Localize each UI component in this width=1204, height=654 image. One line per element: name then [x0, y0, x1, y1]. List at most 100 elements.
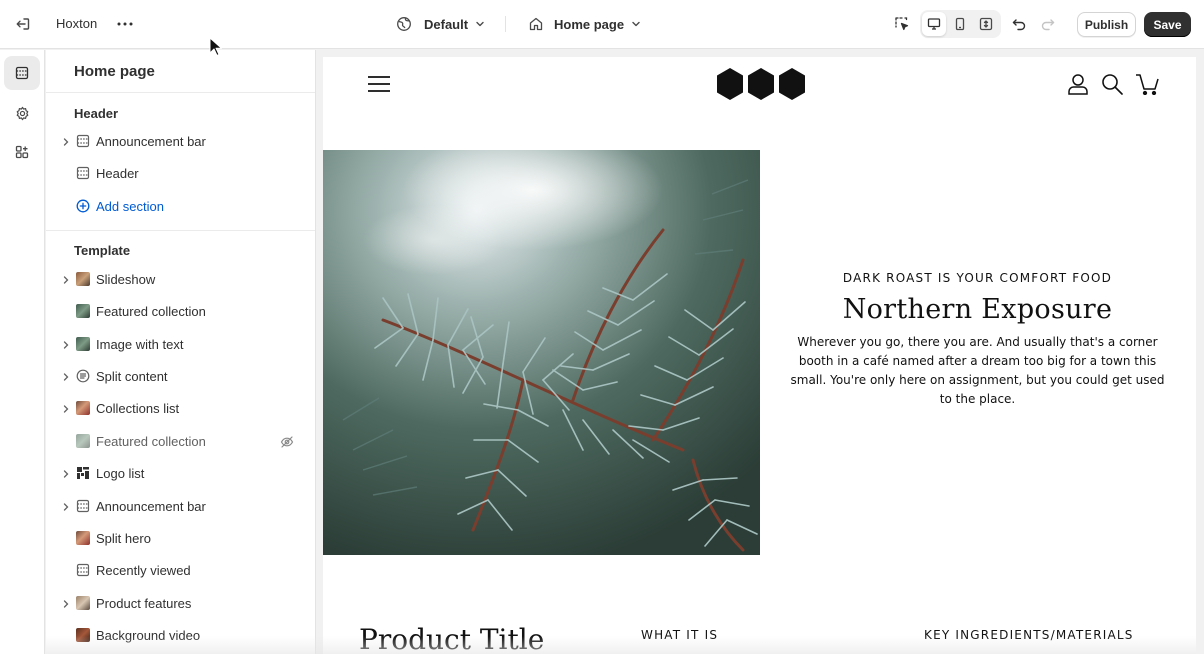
panel-title: Home page: [74, 63, 155, 80]
store-logo[interactable]: [715, 67, 807, 101]
rail-theme-settings-button[interactable]: [4, 96, 40, 130]
split-hero-thumbnail-icon: [76, 531, 90, 545]
sections-icon: [15, 66, 29, 80]
more-actions-button[interactable]: [114, 14, 136, 34]
section-row-featured-collection-hidden[interactable]: Featured collection: [56, 428, 308, 456]
section-row-label: Collections list: [96, 401, 180, 416]
chevron-right-icon[interactable]: [60, 403, 72, 415]
chevron-right-icon[interactable]: [60, 371, 72, 383]
section-row-label: Header: [96, 166, 139, 181]
page-selector[interactable]: Home page: [528, 13, 642, 35]
section-row-label: Logo list: [96, 466, 145, 481]
product-title: Product Title: [359, 623, 545, 654]
undo-icon: [1012, 19, 1026, 31]
logo-thumbnail-icon: [76, 466, 90, 480]
page-selector-label: Home page: [554, 16, 625, 32]
settings-gear-icon: [16, 106, 28, 120]
section-row-background-video[interactable]: Background video: [56, 622, 308, 650]
section-row-label: Product features: [96, 596, 192, 611]
section-row-split-hero[interactable]: Split hero: [56, 525, 308, 553]
rail-sections-button[interactable]: [4, 56, 40, 90]
chevron-right-icon[interactable]: [60, 598, 72, 610]
section-layout-icon: [76, 166, 90, 180]
publish-button[interactable]: Publish: [1077, 12, 1136, 37]
chevron-down-icon: [476, 21, 484, 27]
slideshow-thumbnail-icon: [76, 272, 90, 286]
store-name: Hoxton: [56, 16, 98, 31]
section-layout-icon: [76, 499, 90, 513]
section-row-label: Recently viewed: [96, 563, 191, 578]
hamburger-menu-icon[interactable]: [368, 75, 390, 93]
collection-thumbnail-icon: [76, 304, 90, 318]
section-row-label: Featured collection: [96, 304, 206, 319]
more-horizontal-icon: [117, 22, 133, 26]
storefront-preview[interactable]: DARK ROAST IS YOUR COMFORT FOOD Northern…: [323, 57, 1196, 654]
chevron-down-icon: [632, 21, 640, 27]
text-block-icon: [76, 369, 90, 383]
section-row-image-with-text[interactable]: Image with text: [56, 331, 308, 359]
section-row-label: Announcement bar: [96, 499, 206, 514]
image-with-text-content: DARK ROAST IS YOUR COMFORT FOOD Northern…: [780, 271, 1175, 409]
section-row-recently-viewed[interactable]: Recently viewed: [56, 557, 308, 585]
chevron-right-icon[interactable]: [60, 468, 72, 480]
section-row-label: Image with text: [96, 337, 184, 352]
section-row-featured-collection[interactable]: Featured collection: [56, 298, 308, 326]
account-icon[interactable]: [1067, 73, 1089, 95]
section-row-logo-list[interactable]: Logo list: [56, 460, 308, 488]
section-row-collections-list[interactable]: Collections list: [56, 395, 308, 423]
topbar-divider: [505, 16, 506, 32]
fullscreen-view-button[interactable]: [974, 12, 998, 36]
inspector-button[interactable]: [891, 13, 913, 35]
mobile-view-button[interactable]: [948, 12, 972, 36]
add-section-button[interactable]: Add section: [56, 193, 308, 221]
home-icon: [529, 17, 543, 31]
section-row-split-content[interactable]: Split content: [56, 363, 308, 391]
add-section-label: Add section: [96, 199, 164, 214]
section-row-label: Split content: [96, 369, 168, 384]
product-feature-heading: KEY INGREDIENTS/MATERIALS: [924, 628, 1134, 642]
sections-panel: Home page Header Announcement bar Header…: [46, 50, 316, 654]
section-row-product-features[interactable]: Product features: [56, 590, 308, 618]
chevron-right-icon[interactable]: [60, 501, 72, 513]
header-group-label: Header: [74, 106, 119, 121]
hero-eyebrow: DARK ROAST IS YOUR COMFORT FOOD: [842, 271, 1113, 285]
exit-editor-button[interactable]: [12, 13, 34, 35]
section-row-announcement-bar[interactable]: Announcement bar: [56, 128, 308, 156]
video-thumbnail-icon: [76, 628, 90, 642]
section-layout-icon: [76, 563, 90, 577]
desktop-icon: [927, 18, 941, 30]
undo-button[interactable]: [1008, 13, 1030, 35]
chevron-right-icon[interactable]: [60, 274, 72, 286]
inspector-cursor-icon: [895, 17, 909, 31]
hero-image[interactable]: [323, 150, 760, 555]
template-group-label: Template: [74, 243, 131, 258]
redo-button[interactable]: [1037, 13, 1059, 35]
section-row-header[interactable]: Header: [56, 160, 308, 188]
section-row-label: Featured collection: [96, 434, 206, 449]
search-icon[interactable]: [1101, 73, 1123, 95]
product-feature-heading: WHAT IT IS: [641, 628, 719, 642]
product-features-thumbnail-icon: [76, 596, 90, 610]
eye-hidden-icon[interactable]: [280, 435, 294, 449]
plus-circle-icon: [76, 199, 90, 213]
chevron-right-icon[interactable]: [60, 339, 72, 351]
save-button[interactable]: Save: [1144, 12, 1191, 37]
panel-divider: [46, 230, 315, 231]
section-row-announcement-bar-2[interactable]: Announcement bar: [56, 493, 308, 521]
mobile-icon: [955, 17, 965, 31]
desktop-view-button[interactable]: [922, 12, 946, 36]
editor-topbar: Hoxton Default Home page Publish Save: [0, 0, 1204, 49]
panel-divider: [46, 92, 315, 93]
chevron-right-icon[interactable]: [60, 136, 72, 148]
section-row-slideshow[interactable]: Slideshow: [56, 266, 308, 294]
hero-body-text: Wherever you go, there you are. And usua…: [790, 335, 1165, 406]
globe-icon: [397, 17, 411, 31]
device-switcher: [920, 10, 1001, 38]
exit-icon: [16, 18, 30, 30]
rail-apps-button[interactable]: [4, 135, 40, 169]
fullscreen-icon: [979, 17, 993, 31]
section-row-label: Split hero: [96, 531, 151, 546]
collection-thumbnail-icon: [76, 434, 90, 448]
cart-icon[interactable]: [1135, 73, 1159, 95]
theme-selector[interactable]: Default: [396, 13, 486, 35]
